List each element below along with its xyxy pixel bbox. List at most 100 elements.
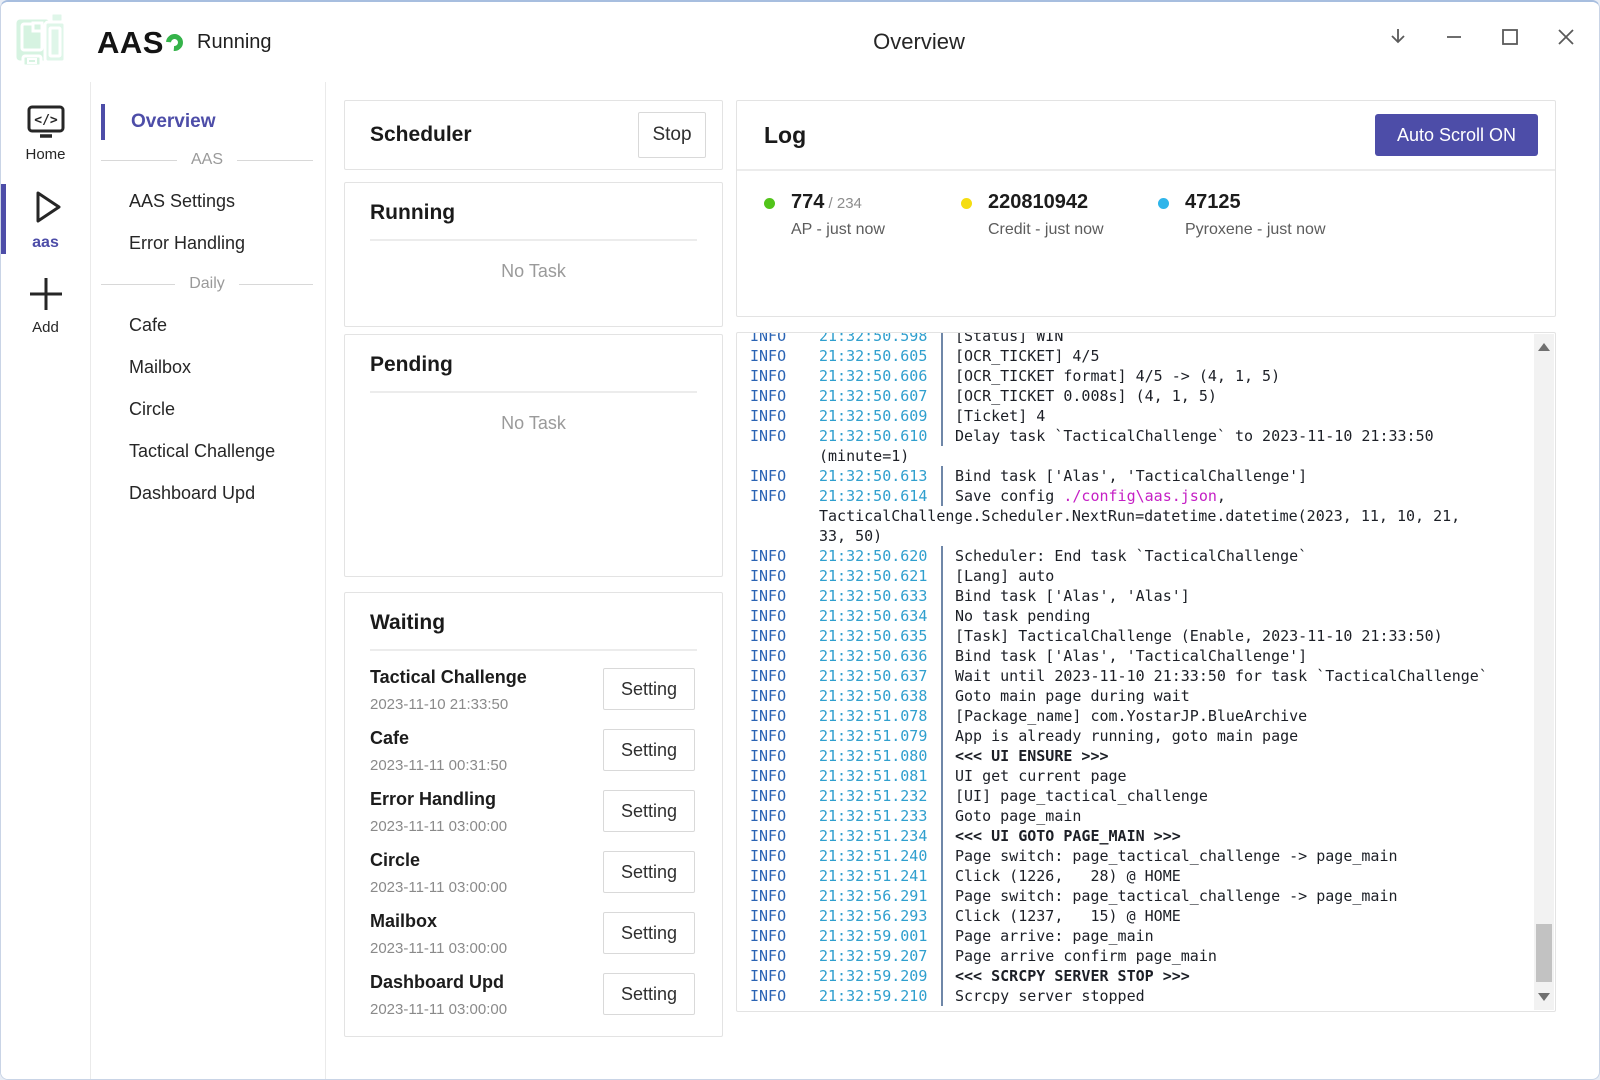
sidebar-item-aas-settings[interactable]: AAS Settings [91, 180, 325, 222]
log-row: INFO21:32:50.605[OCR_TICKET] 4/5 [737, 346, 1555, 366]
sidebar-item-tactical-challenge[interactable]: Tactical Challenge [91, 430, 325, 472]
nav-section-daily: Daily [91, 264, 325, 304]
log-row: INFO21:32:50.621[Lang] auto [737, 566, 1555, 586]
credit-dot-icon [961, 198, 972, 209]
log-row: INFO21:32:51.240Page switch: page_tactic… [737, 846, 1555, 866]
pending-empty-text: No Task [345, 413, 722, 434]
ap-dot-icon [764, 198, 775, 209]
scheduler-title: Scheduler [370, 123, 472, 147]
sidebar-item-overview[interactable]: Overview [101, 104, 325, 140]
log-lines: INFO21:32:50.598[Status] WININFO21:32:50… [737, 332, 1555, 1006]
setting-button[interactable]: Setting [603, 973, 695, 1015]
stat-label: AP - just now [791, 221, 885, 239]
setting-button[interactable]: Setting [603, 790, 695, 832]
running-spinner-icon [163, 31, 187, 55]
log-row: INFO21:32:51.080<<< UI ENSURE >>> [737, 746, 1555, 766]
sidebar-item-mailbox[interactable]: Mailbox [91, 346, 325, 388]
pending-card: Pending No Task [344, 334, 723, 577]
stat-value: 774 [791, 191, 824, 213]
dashboard-stats: 774 / 234 AP - just now 220810942 Credit… [737, 171, 1555, 239]
close-icon[interactable] [1545, 16, 1587, 58]
waiting-item-dashboard-upd: Dashboard Upd 2023-11-11 03:00:00 Settin… [370, 968, 695, 1029]
stop-button[interactable]: Stop [638, 112, 706, 158]
waiting-title: Waiting [370, 611, 445, 634]
log-row: INFO21:32:51.234<<< UI GOTO PAGE_MAIN >>… [737, 826, 1555, 846]
setting-button[interactable]: Setting [603, 668, 695, 710]
stat-suffix: / 234 [824, 195, 862, 212]
waiting-item-error-handling: Error Handling 2023-11-11 03:00:00 Setti… [370, 785, 695, 846]
stat-ap: 774 / 234 AP - just now [764, 191, 961, 239]
sidebar-nav: Overview AAS AAS Settings Error Handling… [91, 82, 326, 1079]
titlebar: AAS Running Overview [1, 2, 1599, 82]
log-row: INFO21:32:50.637Wait until 2023-11-10 21… [737, 666, 1555, 686]
sidebar-item-error-handling[interactable]: Error Handling [91, 222, 325, 264]
log-card: Log Auto Scroll ON 774 / 234 AP - just n… [736, 100, 1556, 317]
setting-button[interactable]: Setting [603, 851, 695, 893]
log-row: INFO21:32:50.633Bind task ['Alas', 'Alas… [737, 586, 1555, 606]
log-row: 33, 50) [737, 526, 1555, 546]
left-rail: </> Home aas Add [1, 82, 91, 1079]
log-row: INFO21:32:50.598[Status] WIN [737, 332, 1555, 346]
log-row: INFO21:32:50.607[OCR_TICKET 0.008s] (4, … [737, 386, 1555, 406]
running-title: Running [370, 201, 455, 224]
sidebar-item-dashboard-upd[interactable]: Dashboard Upd [91, 472, 325, 514]
scroll-down-icon[interactable] [1538, 993, 1550, 1001]
stat-label: Pyroxene - just now [1185, 221, 1326, 239]
log-row: INFO21:32:50.610Delay task `TacticalChal… [737, 426, 1555, 446]
running-empty-text: No Task [345, 261, 722, 282]
log-row: INFO21:32:51.079App is already running, … [737, 726, 1555, 746]
rail-item-home[interactable]: </> Home [1, 98, 90, 168]
log-scrollbar[interactable] [1534, 334, 1554, 1010]
nav-section-label: Daily [189, 275, 225, 293]
waiting-item-mailbox: Mailbox 2023-11-11 03:00:00 Setting [370, 907, 695, 968]
log-row: (minute=1) [737, 446, 1555, 466]
app-window: AAS Running Overview </> [0, 0, 1600, 1080]
scrollbar-thumb[interactable] [1536, 924, 1552, 982]
log-row: INFO21:32:51.232[UI] page_tactical_chall… [737, 786, 1555, 806]
download-icon[interactable] [1377, 16, 1419, 58]
waiting-item-cafe: Cafe 2023-11-11 00:31:50 Setting [370, 724, 695, 785]
log-row: INFO21:32:59.209<<< SCRCPY SERVER STOP >… [737, 966, 1555, 986]
app-name: AAS [97, 25, 164, 61]
setting-button[interactable]: Setting [603, 912, 695, 954]
log-row: INFO21:32:51.078[Package_name] com.Yosta… [737, 706, 1555, 726]
code-monitor-icon: </> [26, 104, 66, 140]
log-row: INFO21:32:50.614Save config ./config\aas… [737, 486, 1555, 506]
app-logo-icon [11, 10, 75, 70]
stat-value: 47125 [1185, 191, 1241, 213]
minimize-icon[interactable] [1433, 16, 1475, 58]
maximize-icon[interactable] [1489, 16, 1531, 58]
log-row: TacticalChallenge.Scheduler.NextRun=date… [737, 506, 1555, 526]
nav-section-label: AAS [191, 151, 223, 169]
log-row: INFO21:32:50.638Goto main page during wa… [737, 686, 1555, 706]
rail-item-add[interactable]: Add [1, 270, 90, 340]
rail-item-aas[interactable]: aas [1, 184, 90, 254]
log-row: INFO21:32:59.001Page arrive: page_main [737, 926, 1555, 946]
log-row: INFO21:32:50.606[OCR_TICKET format] 4/5 … [737, 366, 1555, 386]
log-row: INFO21:32:50.634No task pending [737, 606, 1555, 626]
log-row: INFO21:32:56.291Page switch: page_tactic… [737, 886, 1555, 906]
rail-item-label: aas [32, 234, 59, 252]
stat-value: 220810942 [988, 191, 1088, 213]
log-output[interactable]: INFO21:32:50.598[Status] WININFO21:32:50… [736, 332, 1556, 1012]
log-row: INFO21:32:50.609[Ticket] 4 [737, 406, 1555, 426]
running-card: Running No Task [344, 182, 723, 327]
sidebar-item-circle[interactable]: Circle [91, 388, 325, 430]
log-row: INFO21:32:51.233Goto page_main [737, 806, 1555, 826]
waiting-card: Waiting Tactical Challenge 2023-11-10 21… [344, 592, 723, 1037]
log-row: INFO21:32:59.210Scrcpy server stopped [737, 986, 1555, 1006]
log-title: Log [764, 122, 806, 149]
pending-title: Pending [370, 353, 453, 376]
log-row: INFO21:32:50.635[Task] TacticalChallenge… [737, 626, 1555, 646]
svg-text:</>: </> [34, 113, 58, 128]
log-row: INFO21:32:50.620Scheduler: End task `Tac… [737, 546, 1555, 566]
stat-credit: 220810942 Credit - just now [961, 191, 1158, 239]
page-title: Overview [873, 29, 965, 55]
sidebar-item-cafe[interactable]: Cafe [91, 304, 325, 346]
waiting-item-tactical-challenge: Tactical Challenge 2023-11-10 21:33:50 S… [370, 663, 695, 724]
auto-scroll-button[interactable]: Auto Scroll ON [1375, 114, 1538, 156]
log-row: INFO21:32:51.241Click (1226, 28) @ HOME [737, 866, 1555, 886]
waiting-item-circle: Circle 2023-11-11 03:00:00 Setting [370, 846, 695, 907]
scroll-up-icon[interactable] [1538, 343, 1550, 351]
setting-button[interactable]: Setting [603, 729, 695, 771]
